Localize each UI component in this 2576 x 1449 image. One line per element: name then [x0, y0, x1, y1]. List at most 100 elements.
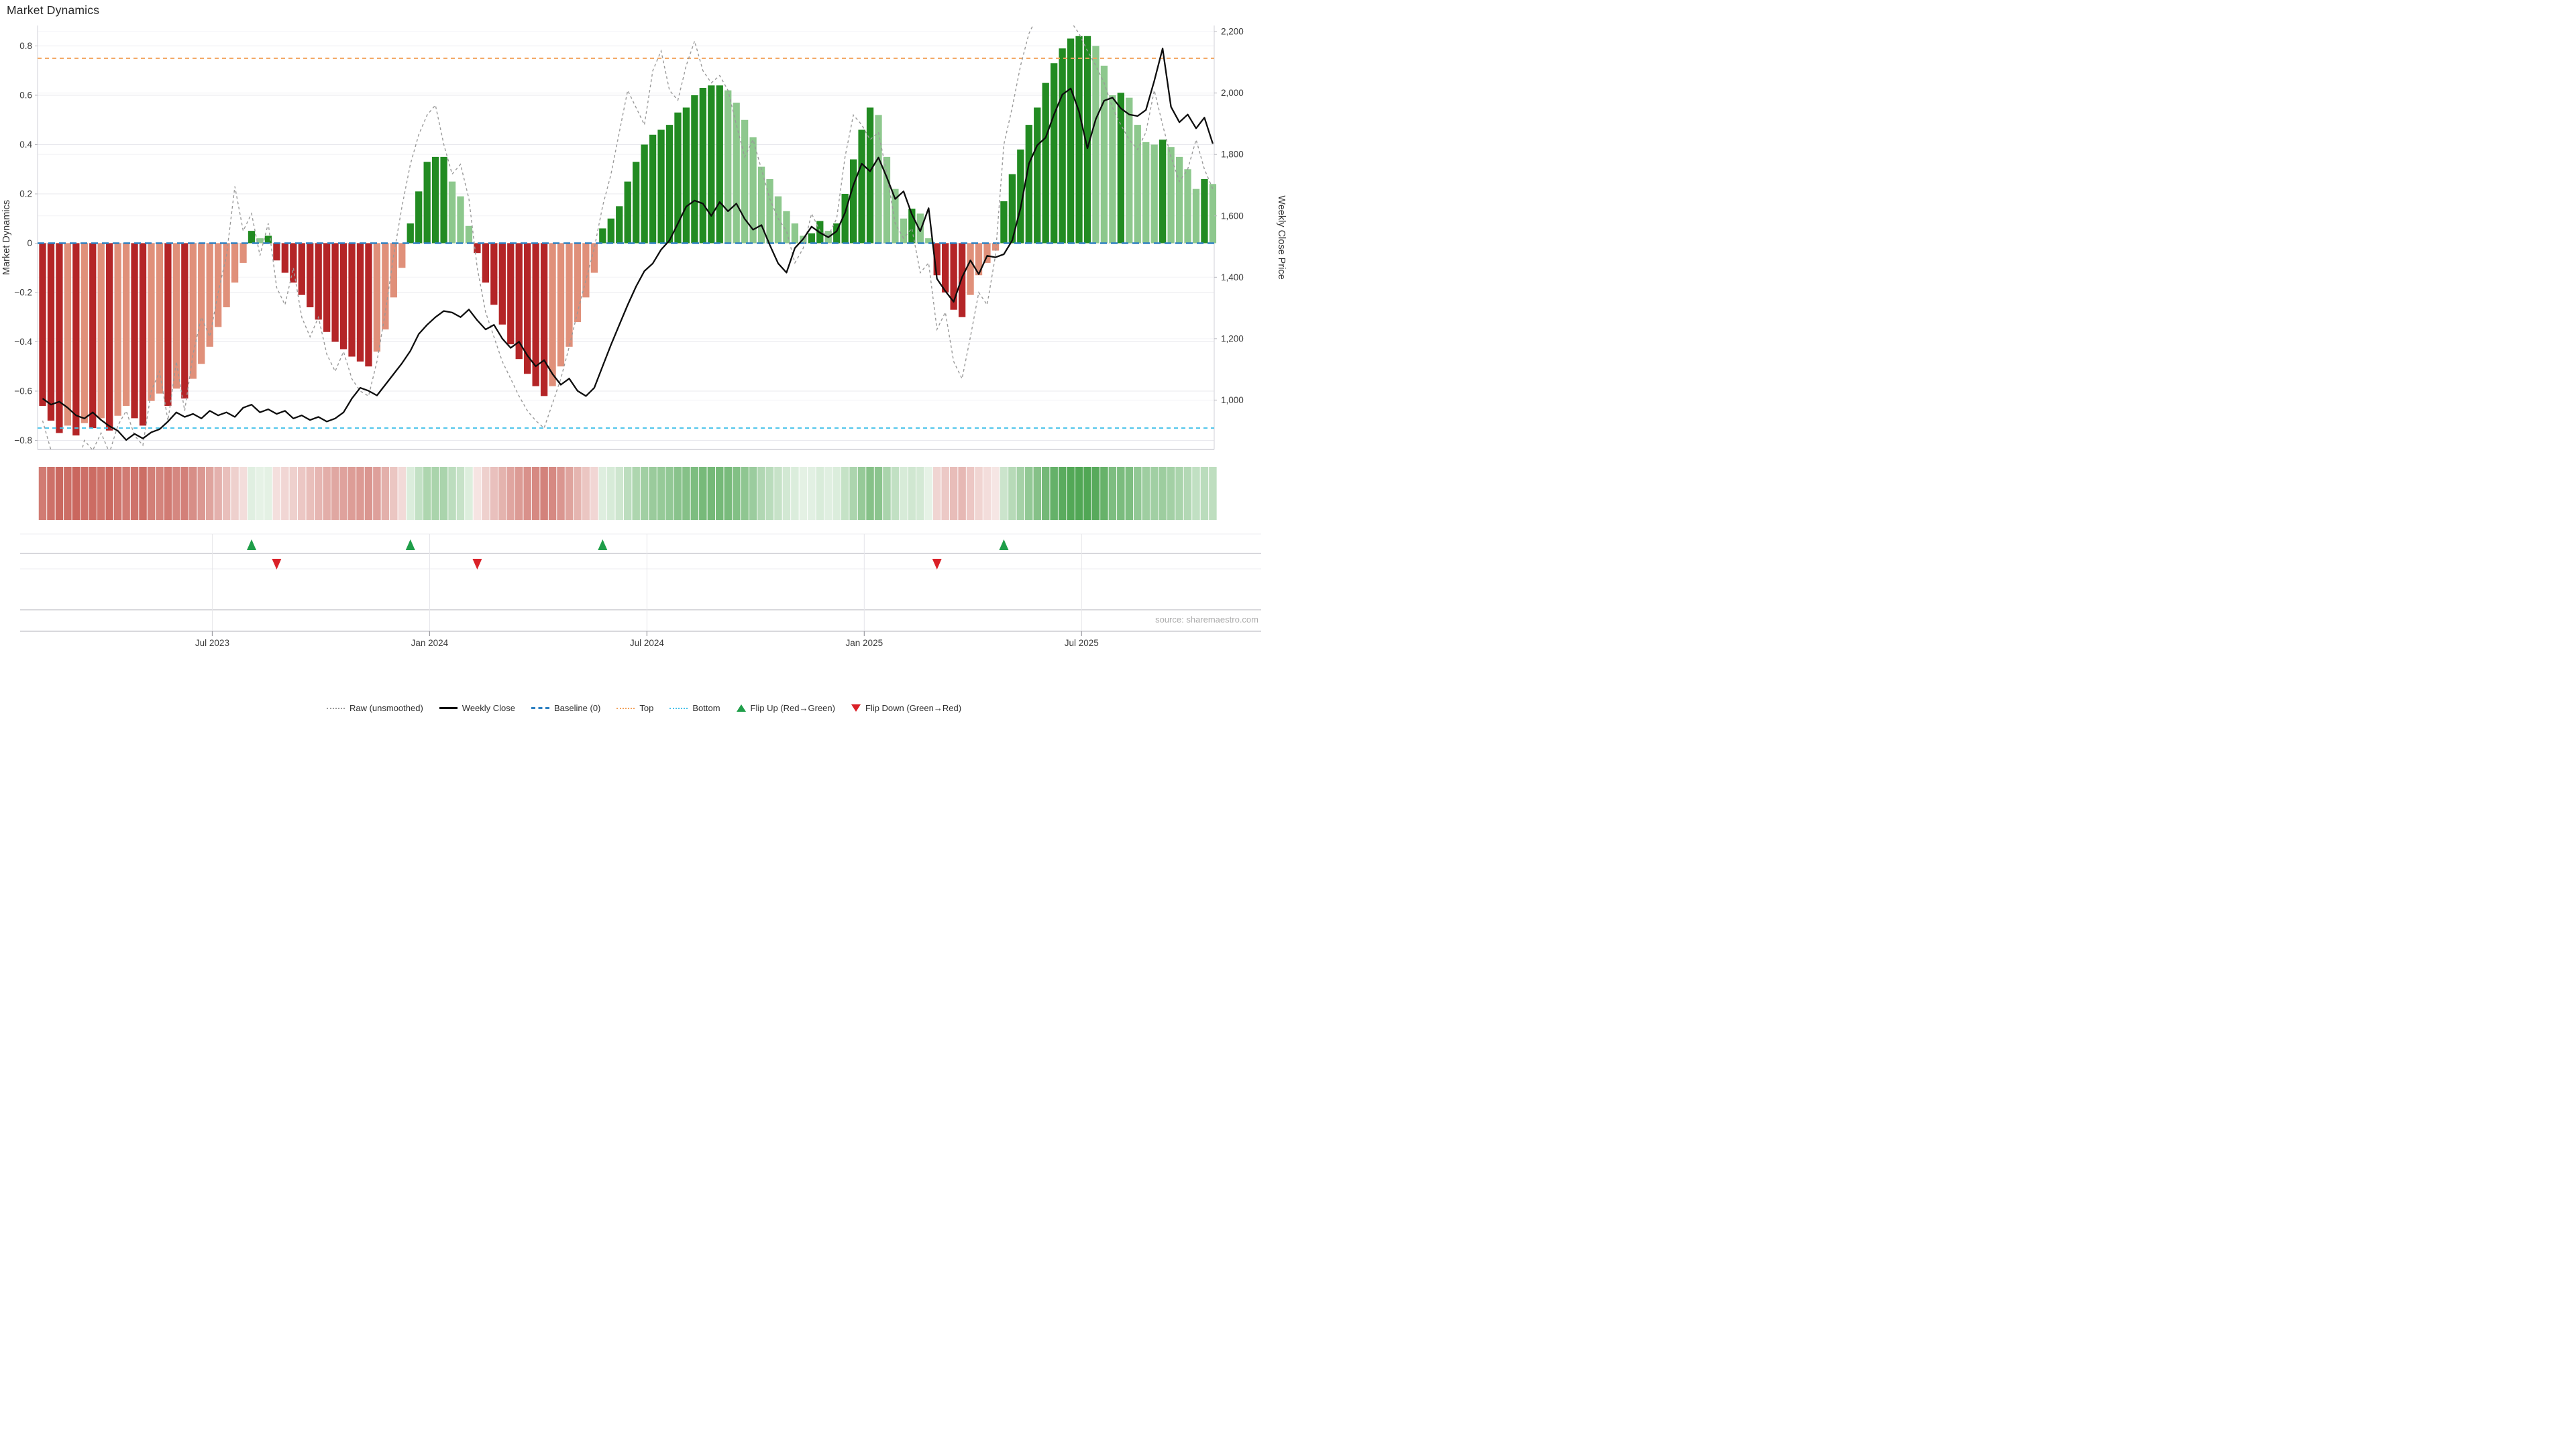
heatmap-cell: [156, 467, 164, 520]
md-bar: [148, 244, 154, 401]
md-bar: [649, 135, 656, 244]
heatmap-cell: [256, 467, 264, 520]
heatmap-cell: [590, 467, 598, 520]
md-bar: [398, 244, 405, 268]
md-bar: [557, 244, 564, 367]
heatmap-cell: [800, 467, 808, 520]
heatmap-cell: [1142, 467, 1150, 520]
heatmap-cell: [498, 467, 506, 520]
heatmap-cell: [1033, 467, 1041, 520]
md-bar: [967, 244, 973, 295]
legend-label: Flip Down (Green→Red): [865, 703, 961, 713]
heatmap-cell: [967, 467, 975, 520]
legend-label: Top: [639, 703, 653, 713]
heatmap-cell: [1192, 467, 1200, 520]
heatmap-cell: [641, 467, 649, 520]
md-bar: [1118, 93, 1124, 243]
left-tick-label: −0.6: [14, 386, 32, 396]
heatmap-cell: [348, 467, 356, 520]
heatmap-cell: [741, 467, 749, 520]
raw-line-swatch-icon: [327, 708, 345, 709]
heatmap-cell: [164, 467, 172, 520]
heatmap-cell: [574, 467, 582, 520]
heatmap-cell: [39, 467, 47, 520]
heatmap-cell: [774, 467, 782, 520]
legend-item-baseline: Baseline (0): [531, 703, 600, 713]
flip-marker-panel: [20, 534, 1261, 631]
md-bar: [633, 162, 639, 243]
md-bar: [959, 244, 965, 317]
heatmap-cell: [80, 467, 89, 520]
heatmap-cell: [649, 467, 657, 520]
heatmap-cell: [189, 467, 197, 520]
heatmap-cell: [1092, 467, 1100, 520]
heatmap-cell: [916, 467, 924, 520]
md-bar: [1059, 48, 1065, 243]
md-bar: [792, 223, 798, 243]
heatmap-cell: [248, 467, 256, 520]
md-bar: [599, 228, 606, 243]
heatmap-cell: [306, 467, 314, 520]
heatmap-cell: [549, 467, 557, 520]
md-bar: [808, 233, 815, 244]
flip-up-marker-icon: [406, 539, 415, 550]
heatmap-cell: [892, 467, 900, 520]
md-bar: [190, 244, 197, 379]
md-bar: [482, 244, 489, 283]
md-bar: [131, 244, 138, 419]
md-bar: [89, 244, 96, 429]
heatmap-cell: [1017, 467, 1025, 520]
md-bar: [315, 244, 322, 320]
heatmap-cell: [390, 467, 398, 520]
left-tick-label: 0.8: [19, 41, 32, 51]
top-line-swatch-icon: [616, 708, 635, 709]
heatmap-strip: [39, 467, 1217, 520]
heatmap-cell: [298, 467, 306, 520]
heatmap-cell: [97, 467, 105, 520]
heatmap-cell: [415, 467, 423, 520]
heatmap-cell: [1201, 467, 1209, 520]
md-bar: [374, 244, 380, 352]
md-bar: [574, 244, 581, 323]
heatmap-cell: [474, 467, 482, 520]
md-bar: [1184, 169, 1191, 243]
heatmap-cell: [1000, 467, 1008, 520]
md-bar: [507, 244, 514, 345]
md-bar: [608, 219, 614, 244]
right-tick-label: 1,400: [1221, 272, 1244, 282]
heatmap-cell: [557, 467, 565, 520]
md-bar: [1067, 38, 1074, 243]
heatmap-cell: [599, 467, 607, 520]
heatmap-cell: [566, 467, 574, 520]
md-bar: [566, 244, 572, 347]
md-bars: [39, 36, 1216, 435]
md-bar: [1151, 145, 1158, 244]
md-bar: [591, 244, 598, 273]
heatmap-cell: [423, 467, 431, 520]
md-bar: [331, 244, 338, 342]
figure: Market Dynamics 0.80.60.40.20−0.2−0.4−0.…: [0, 0, 1288, 724]
md-bar: [1051, 63, 1057, 243]
heatmap-cell: [72, 467, 80, 520]
heatmap-cell: [724, 467, 732, 520]
heatmap-cell: [407, 467, 415, 520]
md-bar: [164, 244, 171, 407]
heatmap-cell: [181, 467, 189, 520]
heatmap-cell: [950, 467, 958, 520]
heatmap-cell: [1175, 467, 1183, 520]
heatmap-cell: [883, 467, 891, 520]
heatmap-cell: [214, 467, 222, 520]
md-bar: [123, 244, 129, 407]
md-bar: [407, 223, 414, 243]
heatmap-cell: [1150, 467, 1159, 520]
heatmap-cell: [197, 467, 205, 520]
md-bar: [1142, 142, 1149, 244]
left-tick-label: 0: [27, 238, 32, 248]
heatmap-cell: [665, 467, 674, 520]
heatmap-cell: [56, 467, 64, 520]
md-bar: [207, 244, 213, 347]
baseline-swatch-icon: [531, 707, 549, 709]
left-axis-title: Market Dynamics: [1, 200, 12, 275]
md-bar: [466, 226, 472, 244]
legend-label: Baseline (0): [554, 703, 600, 713]
